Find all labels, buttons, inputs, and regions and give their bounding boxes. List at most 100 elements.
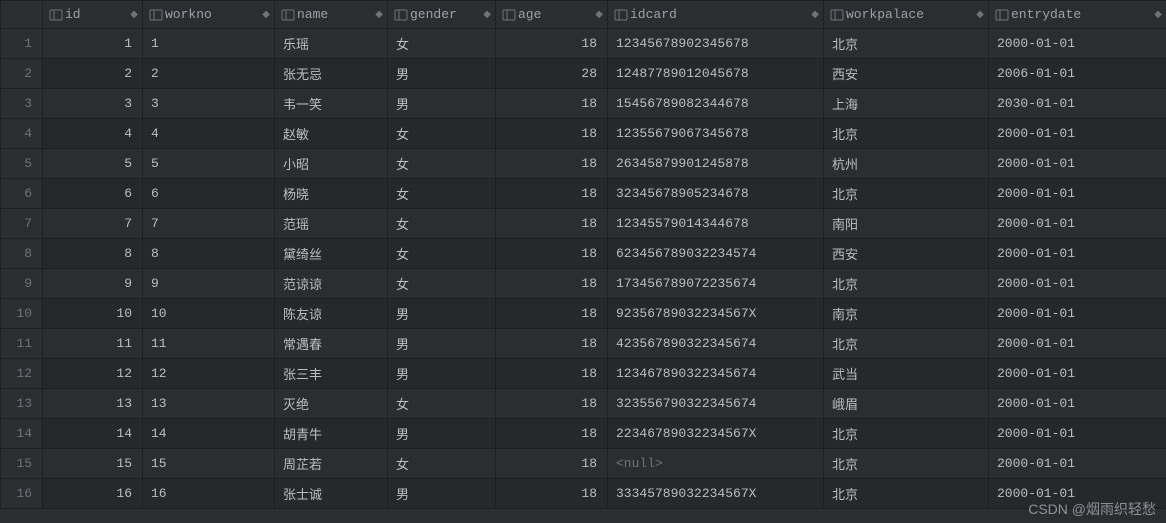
cell-gender[interactable]: 女 [388,29,496,59]
table-row[interactable]: 444赵敏女1812355679067345678北京2000-01-01 [1,119,1166,149]
cell-idcard[interactable]: 623456789032234574 [608,239,824,269]
table-row[interactable]: 111111常遇春男18423567890322345674北京2000-01-… [1,329,1166,359]
cell-workno[interactable]: 2 [143,59,275,89]
cell-age[interactable]: 18 [496,179,608,209]
table-row[interactable]: 101010陈友谅男1892356789032234567X南京2000-01-… [1,299,1166,329]
cell-workno[interactable]: 8 [143,239,275,269]
cell-idcard[interactable]: 12345678902345678 [608,29,824,59]
cell-id[interactable]: 12 [43,359,143,389]
cell-workno[interactable]: 4 [143,119,275,149]
table-row[interactable]: 999范谅谅女18173456789072235674北京2000-01-01 [1,269,1166,299]
cell-id[interactable]: 8 [43,239,143,269]
cell-name[interactable]: 赵敏 [275,119,388,149]
cell-name[interactable]: 小昭 [275,149,388,179]
cell-workpalace[interactable]: 北京 [824,269,989,299]
cell-workno[interactable]: 12 [143,359,275,389]
sort-icon[interactable]: ◆ [595,9,603,21]
row-number[interactable]: 6 [1,179,43,209]
cell-workpalace[interactable]: 北京 [824,119,989,149]
cell-idcard[interactable]: 15456789082344678 [608,89,824,119]
cell-gender[interactable]: 女 [388,119,496,149]
cell-id[interactable]: 6 [43,179,143,209]
cell-age[interactable]: 18 [496,119,608,149]
row-number[interactable]: 1 [1,29,43,59]
cell-age[interactable]: 18 [496,359,608,389]
row-number[interactable]: 13 [1,389,43,419]
cell-id[interactable]: 11 [43,329,143,359]
cell-workno[interactable]: 14 [143,419,275,449]
sort-icon[interactable]: ◆ [976,9,984,21]
cell-workpalace[interactable]: 北京 [824,179,989,209]
cell-entrydate[interactable]: 2000-01-01 [989,149,1166,179]
row-number[interactable]: 3 [1,89,43,119]
cell-id[interactable]: 5 [43,149,143,179]
table-row[interactable]: 666杨晓女1832345678905234678北京2000-01-01 [1,179,1166,209]
row-number[interactable]: 7 [1,209,43,239]
cell-workno[interactable]: 16 [143,479,275,509]
cell-workpalace[interactable]: 西安 [824,59,989,89]
cell-age[interactable]: 18 [496,479,608,509]
cell-idcard[interactable]: 92356789032234567X [608,299,824,329]
cell-workno[interactable]: 13 [143,389,275,419]
table-row[interactable]: 151515周芷若女18<null>北京2000-01-01 [1,449,1166,479]
cell-idcard[interactable]: <null> [608,449,824,479]
cell-workno[interactable]: 11 [143,329,275,359]
cell-idcard[interactable]: 12345579014344678 [608,209,824,239]
cell-workpalace[interactable]: 北京 [824,29,989,59]
table-row[interactable]: 555小昭女1826345879901245878杭州2000-01-01 [1,149,1166,179]
cell-workpalace[interactable]: 北京 [824,419,989,449]
table-row[interactable]: 777范瑶女1812345579014344678南阳2000-01-01 [1,209,1166,239]
cell-entrydate[interactable]: 2000-01-01 [989,119,1166,149]
cell-workpalace[interactable]: 西安 [824,239,989,269]
row-number[interactable]: 9 [1,269,43,299]
sort-icon[interactable]: ◆ [1154,9,1162,21]
cell-id[interactable]: 2 [43,59,143,89]
table-row[interactable]: 111乐瑶女1812345678902345678北京2000-01-01 [1,29,1166,59]
cell-name[interactable]: 张三丰 [275,359,388,389]
cell-idcard[interactable]: 123467890322345674 [608,359,824,389]
cell-idcard[interactable]: 173456789072235674 [608,269,824,299]
cell-workno[interactable]: 5 [143,149,275,179]
cell-id[interactable]: 3 [43,89,143,119]
cell-idcard[interactable]: 12355679067345678 [608,119,824,149]
cell-gender[interactable]: 男 [388,359,496,389]
cell-age[interactable]: 18 [496,239,608,269]
cell-workpalace[interactable]: 上海 [824,89,989,119]
cell-idcard[interactable]: 22346789032234567X [608,419,824,449]
cell-workno[interactable]: 15 [143,449,275,479]
cell-name[interactable]: 常遇春 [275,329,388,359]
cell-id[interactable]: 15 [43,449,143,479]
cell-workno[interactable]: 9 [143,269,275,299]
cell-workno[interactable]: 1 [143,29,275,59]
cell-gender[interactable]: 女 [388,149,496,179]
table-row[interactable]: 141414胡青牛男1822346789032234567X北京2000-01-… [1,419,1166,449]
cell-gender[interactable]: 女 [388,449,496,479]
row-number[interactable]: 8 [1,239,43,269]
cell-age[interactable]: 18 [496,29,608,59]
table-row[interactable]: 888黛绮丝女18623456789032234574西安2000-01-01 [1,239,1166,269]
cell-name[interactable]: 杨晓 [275,179,388,209]
cell-age[interactable]: 18 [496,89,608,119]
cell-gender[interactable]: 女 [388,179,496,209]
row-number[interactable]: 15 [1,449,43,479]
cell-name[interactable]: 乐瑶 [275,29,388,59]
cell-idcard[interactable]: 33345789032234567X [608,479,824,509]
cell-age[interactable]: 18 [496,329,608,359]
column-header-workno[interactable]: workno◆ [143,1,275,29]
row-number[interactable]: 4 [1,119,43,149]
cell-gender[interactable]: 女 [388,209,496,239]
cell-name[interactable]: 陈友谅 [275,299,388,329]
cell-name[interactable]: 张士诚 [275,479,388,509]
sort-icon[interactable]: ◆ [375,9,383,21]
row-number[interactable]: 2 [1,59,43,89]
column-header-workpalace[interactable]: workpalace◆ [824,1,989,29]
row-number[interactable]: 11 [1,329,43,359]
column-header-entrydate[interactable]: entrydate◆ [989,1,1166,29]
cell-gender[interactable]: 男 [388,419,496,449]
cell-id[interactable]: 4 [43,119,143,149]
cell-idcard[interactable]: 423567890322345674 [608,329,824,359]
cell-age[interactable]: 18 [496,269,608,299]
cell-name[interactable]: 胡青牛 [275,419,388,449]
cell-age[interactable]: 18 [496,299,608,329]
cell-id[interactable]: 13 [43,389,143,419]
